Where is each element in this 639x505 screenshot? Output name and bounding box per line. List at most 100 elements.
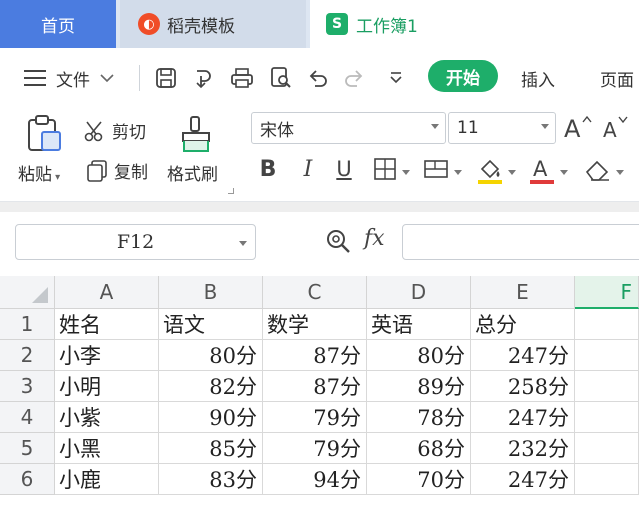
grid-cell[interactable]: 80分 bbox=[367, 340, 471, 371]
docer-logo-icon: ◐ bbox=[138, 13, 160, 35]
caret-down-icon[interactable] bbox=[560, 168, 568, 176]
grid-cell[interactable]: 247分 bbox=[471, 402, 575, 433]
grid-cell[interactable]: 姓名 bbox=[55, 309, 159, 340]
undo-icon[interactable] bbox=[306, 66, 330, 90]
row-header[interactable]: 1 bbox=[0, 309, 55, 340]
format-painter-label[interactable]: 格式刷 bbox=[167, 160, 218, 185]
menu-bar: 文件 开始 插入 页面 bbox=[0, 48, 639, 108]
column-header-f[interactable]: F bbox=[575, 276, 639, 309]
caret-down-icon[interactable] bbox=[616, 168, 624, 176]
grid-cell[interactable]: 小黑 bbox=[55, 433, 159, 464]
paste-button[interactable] bbox=[22, 114, 66, 154]
italic-icon[interactable]: I bbox=[296, 154, 320, 184]
tab-template[interactable]: ◐ 稻壳模板 bbox=[120, 0, 306, 48]
row-header[interactable]: 5 bbox=[0, 433, 55, 464]
menu-separator bbox=[139, 65, 140, 91]
print-preview-icon[interactable] bbox=[269, 66, 293, 90]
grid-cell[interactable]: 78分 bbox=[367, 402, 471, 433]
underline-icon[interactable]: U bbox=[332, 154, 356, 184]
row-header[interactable]: 4 bbox=[0, 402, 55, 433]
caret-down-icon bbox=[431, 124, 439, 129]
grid-cell[interactable]: 79分 bbox=[263, 402, 367, 433]
grid-cell[interactable]: 总分 bbox=[471, 309, 575, 340]
format-painter-button[interactable] bbox=[176, 114, 216, 154]
grid-cell[interactable]: 87分 bbox=[263, 340, 367, 371]
grid-cell[interactable]: 68分 bbox=[367, 433, 471, 464]
grid-cell[interactable]: 小李 bbox=[55, 340, 159, 371]
export-icon[interactable] bbox=[192, 66, 216, 90]
grid-cell[interactable]: 语文 bbox=[159, 309, 263, 340]
fill-color-icon[interactable] bbox=[476, 154, 504, 186]
grid-cell[interactable]: 80分 bbox=[159, 340, 263, 371]
grid-cell[interactable] bbox=[575, 309, 639, 340]
save-icon[interactable] bbox=[154, 66, 178, 90]
grid-cell[interactable]: 小明 bbox=[55, 371, 159, 402]
grid-cell[interactable]: 70分 bbox=[367, 464, 471, 495]
formula-input[interactable] bbox=[402, 224, 639, 260]
column-header-d[interactable]: D bbox=[367, 276, 471, 309]
print-icon[interactable] bbox=[230, 66, 254, 90]
grid-cell[interactable] bbox=[575, 371, 639, 402]
grid-cell[interactable]: 258分 bbox=[471, 371, 575, 402]
spreadsheet-grid: A B C D E F 1 姓名 语文 数学 英语 总分 2 小李 80分 87分 80分 247分 3… bbox=[0, 276, 639, 505]
borders-icon[interactable] bbox=[372, 156, 398, 182]
grid-cell[interactable] bbox=[575, 464, 639, 495]
grid-cell[interactable]: 小鹿 bbox=[55, 464, 159, 495]
grid-cell[interactable]: 94分 bbox=[263, 464, 367, 495]
grid-cell[interactable] bbox=[575, 340, 639, 371]
paste-label[interactable]: 粘贴 ▾ bbox=[18, 160, 60, 185]
column-header-c[interactable]: C bbox=[263, 276, 367, 309]
grid-cell[interactable]: 247分 bbox=[471, 464, 575, 495]
grid-cell[interactable]: 英语 bbox=[367, 309, 471, 340]
file-menu[interactable]: 文件 bbox=[24, 48, 114, 108]
column-header-e[interactable]: E bbox=[471, 276, 575, 309]
row-header[interactable]: 6 bbox=[0, 464, 55, 495]
tab-page-label: 页面 bbox=[600, 70, 634, 91]
cut-button[interactable]: 剪切 bbox=[84, 118, 146, 143]
more-options-icon[interactable] bbox=[384, 66, 408, 90]
grid-cell[interactable]: 数学 bbox=[263, 309, 367, 340]
bold-icon[interactable]: B bbox=[256, 154, 280, 184]
caret-down-icon[interactable] bbox=[402, 168, 410, 176]
grid-cell[interactable]: 90分 bbox=[159, 402, 263, 433]
tab-workbook[interactable]: S 工作簿1 bbox=[310, 0, 639, 48]
grid-cell[interactable] bbox=[575, 402, 639, 433]
merge-cells-icon[interactable] bbox=[422, 156, 450, 182]
row-header[interactable]: 3 bbox=[0, 371, 55, 402]
tab-bar: 首页 ◐ 稻壳模板 S 工作簿1 bbox=[0, 0, 639, 48]
decrease-font-size-button[interactable]: A bbox=[602, 114, 630, 142]
grid-cell[interactable]: 85分 bbox=[159, 433, 263, 464]
select-all-corner[interactable] bbox=[0, 276, 55, 309]
grid-cell[interactable]: 83分 bbox=[159, 464, 263, 495]
column-header-a[interactable]: A bbox=[55, 276, 159, 309]
caret-down-icon[interactable] bbox=[508, 168, 516, 176]
grid-cell[interactable]: 87分 bbox=[263, 371, 367, 402]
file-menu-label: 文件 bbox=[56, 70, 90, 91]
grid-cell[interactable]: 247分 bbox=[471, 340, 575, 371]
tab-insert[interactable]: 插入 bbox=[521, 48, 555, 108]
caret-down-icon[interactable] bbox=[454, 168, 462, 176]
tab-start[interactable]: 开始 bbox=[428, 60, 498, 92]
grid-cell[interactable]: 232分 bbox=[471, 433, 575, 464]
increase-font-size-button[interactable]: A bbox=[564, 114, 592, 142]
font-color-icon[interactable]: A bbox=[528, 154, 556, 186]
row-header[interactable]: 2 bbox=[0, 340, 55, 371]
grid-cell[interactable]: 89分 bbox=[367, 371, 471, 402]
clipboard-group-launcher-icon[interactable] bbox=[228, 188, 234, 194]
tab-home[interactable]: 首页 bbox=[0, 0, 116, 48]
grid-cell[interactable] bbox=[575, 433, 639, 464]
column-header-b[interactable]: B bbox=[159, 276, 263, 309]
redo-icon[interactable] bbox=[342, 66, 366, 90]
font-name-select[interactable]: 宋体 bbox=[251, 112, 446, 144]
grid-cell[interactable]: 小紫 bbox=[55, 402, 159, 433]
copy-button[interactable]: 复制 bbox=[86, 158, 148, 183]
name-box[interactable]: F12 bbox=[15, 224, 256, 260]
tab-page[interactable]: 页面 bbox=[600, 48, 634, 108]
eraser-icon[interactable] bbox=[582, 154, 612, 186]
grid-cell[interactable]: 82分 bbox=[159, 371, 263, 402]
font-size-select[interactable]: 11 bbox=[448, 112, 556, 144]
grid-cell[interactable]: 79分 bbox=[263, 433, 367, 464]
zoom-search-icon[interactable] bbox=[324, 226, 352, 256]
fx-icon[interactable]: fx bbox=[364, 226, 385, 251]
tab-insert-label: 插入 bbox=[521, 70, 555, 91]
